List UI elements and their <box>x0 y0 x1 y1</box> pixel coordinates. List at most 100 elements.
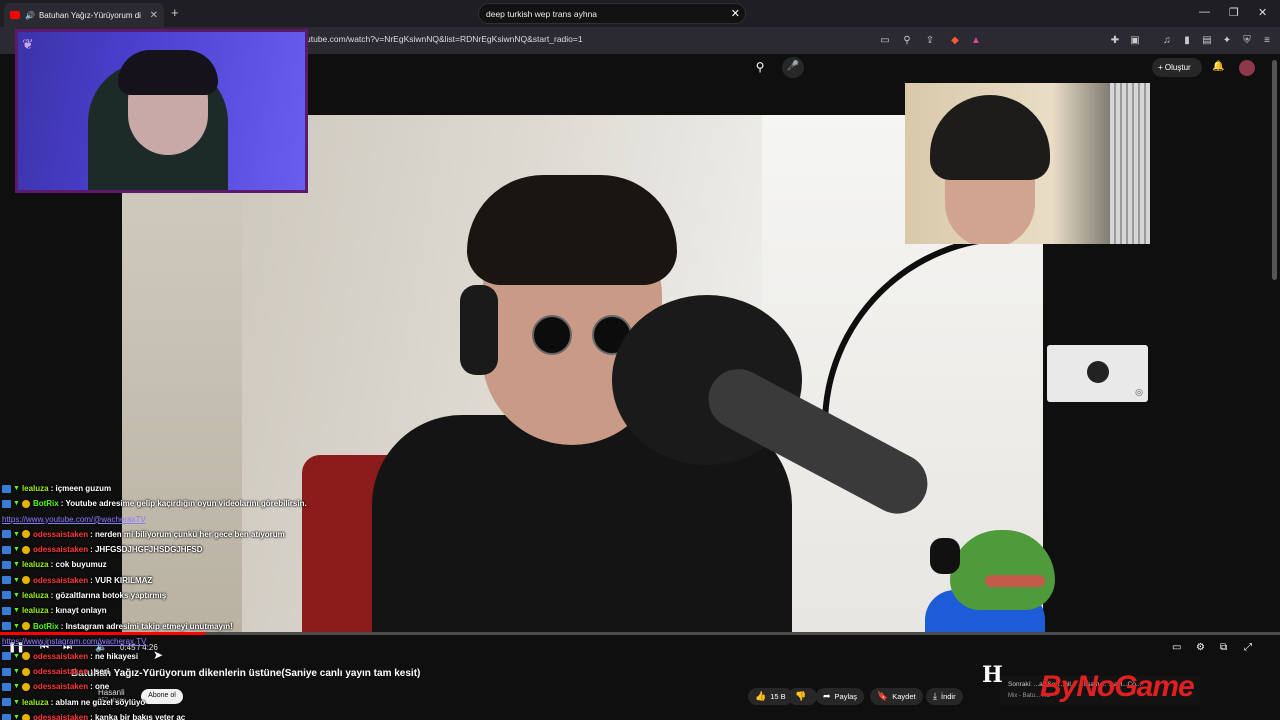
share-arrow-icon: ➦ <box>823 691 831 701</box>
platform-badge-icon <box>2 682 11 691</box>
chat-message: ▼ BotRix: Youtube adresime gelip kaçırdığ… <box>0 496 310 511</box>
share-label: Paylaş <box>834 692 858 701</box>
page-scrollbar[interactable] <box>1272 60 1277 280</box>
chat-username: BotRix <box>32 621 59 631</box>
close-window-button[interactable]: ✕ <box>1258 6 1267 19</box>
menu-icon[interactable]: ≡ <box>1260 33 1274 47</box>
kick-badge-icon: ▼ <box>13 668 20 676</box>
extensions-icon[interactable]: ✚ <box>1108 33 1122 47</box>
bynogame-watermark: ByNoGame <box>1040 670 1195 703</box>
search-input[interactable]: deep turkish wep trans ayhna ✕ <box>478 3 746 24</box>
chat-message: ▼ lealuza: ablam ne güzel söylüyo <box>0 695 310 710</box>
mini-video-card[interactable]: ◎ <box>1047 345 1148 402</box>
like-button[interactable]: 👍 15 B <box>748 688 793 705</box>
chat-text: : Youtube adresime gelip kaçırdığın oyun… <box>60 499 307 509</box>
vpn-icon[interactable]: ⛨ <box>1240 33 1254 47</box>
guest-webcam <box>905 83 1150 244</box>
download-label: İndir <box>940 692 956 701</box>
platform-badge-icon <box>2 499 11 508</box>
chat-link[interactable]: https://www.youtube.com/@wacheraxTV <box>0 512 310 527</box>
warning-badge-icon <box>21 622 30 631</box>
subtitles-icon[interactable]: ▭ <box>1172 642 1181 653</box>
platform-badge-icon <box>2 622 11 631</box>
thumbs-up-icon: 👍 <box>755 691 767 701</box>
kick-badge-icon: ▼ <box>13 622 20 630</box>
brave-shield-icon[interactable]: ◆ <box>948 33 962 47</box>
chat-text: : one <box>90 682 110 692</box>
chat-text: : ablam ne güzel söylüyo <box>50 697 146 707</box>
chat-text: : seri <box>90 667 110 677</box>
close-tab-icon[interactable]: ✕ <box>150 10 158 21</box>
singer-hair <box>467 175 677 285</box>
chat-message: ▼ odessaistaken: seri <box>0 664 310 679</box>
reading-list-icon[interactable]: ▮ <box>1180 33 1194 47</box>
miniplayer-icon[interactable]: ⧉ <box>1220 642 1227 653</box>
settings-gear-icon[interactable]: ⚙ <box>1196 642 1205 653</box>
download-icon: ⤓ <box>933 691 937 701</box>
kick-badge-icon: ▼ <box>13 485 20 493</box>
chat-message: ▼ odessaistaken: VUR KIRILMAZ <box>0 572 310 587</box>
reader-icon[interactable]: ▭ <box>878 33 892 47</box>
music-icon[interactable]: ♫ <box>1160 33 1174 47</box>
fullscreen-icon[interactable]: ⤢ <box>1244 642 1252 653</box>
chat-text: : cok buyumuz <box>50 560 107 570</box>
warning-badge-icon <box>21 576 30 585</box>
share-button[interactable]: ➦ Paylaş <box>816 688 865 705</box>
share-icon[interactable]: ⇪ <box>923 33 937 47</box>
thumbs-down-icon: 👎 <box>795 691 807 701</box>
dislike-button[interactable]: 👎 <box>788 688 818 705</box>
pepe-emote <box>925 520 1060 632</box>
warning-badge-icon <box>21 682 30 691</box>
chat-username: odessaistaken <box>32 545 89 555</box>
chat-message: ▼ lealuza: kınayt onlayn <box>0 603 310 618</box>
chat-username: odessaistaken <box>32 529 89 539</box>
bookmark-icon: 🔖 <box>877 691 889 701</box>
save-label: Kaydet <box>892 692 916 701</box>
youtube-favicon-icon <box>10 11 20 19</box>
account-avatar[interactable] <box>1239 60 1255 76</box>
chat-overlay: ▼ lealuza: içmeen guzum ▼ BotRix: Youtube a… <box>0 481 310 720</box>
create-label: Oluştur <box>1164 63 1191 72</box>
platform-badge-icon <box>2 545 11 554</box>
kick-badge-icon: ▼ <box>13 714 20 720</box>
notifications-bell-icon[interactable]: 🔔 <box>1212 61 1224 72</box>
rewards-icon[interactable]: ▲ <box>969 33 983 47</box>
platform-badge-icon <box>2 667 11 676</box>
platform-badge-icon <box>2 713 11 720</box>
download-button[interactable]: ⤓ İndir <box>926 688 963 705</box>
new-tab-button[interactable]: + <box>171 5 179 20</box>
platform-badge-icon <box>2 484 11 493</box>
warning-badge-icon <box>21 530 30 539</box>
speaker-icon[interactable]: 🔊 <box>25 11 35 20</box>
mini-card-icon: ◎ <box>1135 387 1143 397</box>
chat-text: : gözaltlarına botoks yaptırmış <box>50 590 167 600</box>
kick-badge-icon: ▼ <box>13 652 20 660</box>
chat-username: BotRix <box>32 499 59 509</box>
kick-badge-icon: ▼ <box>13 576 20 584</box>
chat-text: : JHFGSDJHGFJHSDGJHFSD <box>90 545 203 555</box>
chat-message: ▼ odessaistaken: nerden mi biliyorum çunk… <box>0 527 310 542</box>
sunglasses-left <box>532 315 572 355</box>
url-field[interactable]: utube.com/watch?v=NrEgKsiwnNQ&list=RDNrE… <box>306 34 583 44</box>
ai-icon[interactable]: ✦ <box>1220 33 1234 47</box>
create-button[interactable]: + Oluştur <box>1152 58 1202 77</box>
browser-tab[interactable]: 🔊 Batuhan Yağız-Yürüyorum di ✕ <box>4 3 164 27</box>
kick-badge-icon: ▼ <box>13 561 20 569</box>
kick-badge-icon: ▼ <box>13 683 20 691</box>
zoom-icon[interactable]: ⚲ <box>900 33 914 47</box>
pepe-head <box>950 530 1055 610</box>
platform-badge-icon <box>2 606 11 615</box>
clear-search-icon[interactable]: ✕ <box>731 7 740 20</box>
microphone-icon[interactable]: 🎤 <box>782 57 804 78</box>
kick-badge-icon: ▼ <box>13 500 20 508</box>
warning-badge-icon <box>21 652 30 661</box>
chat-link[interactable]: https://www.instagram.com/wacherax.TV <box>0 634 310 649</box>
restore-button[interactable]: ❐ <box>1229 6 1239 19</box>
wallet-icon[interactable]: ▤ <box>1200 33 1214 47</box>
chat-username: odessaistaken <box>32 651 89 661</box>
sidebar-icon[interactable]: ▣ <box>1128 33 1142 47</box>
warning-badge-icon <box>21 499 30 508</box>
search-icon[interactable]: ⚲ <box>748 57 772 78</box>
save-button[interactable]: 🔖 Kaydet <box>870 688 923 705</box>
minimize-button[interactable]: — <box>1199 6 1210 18</box>
